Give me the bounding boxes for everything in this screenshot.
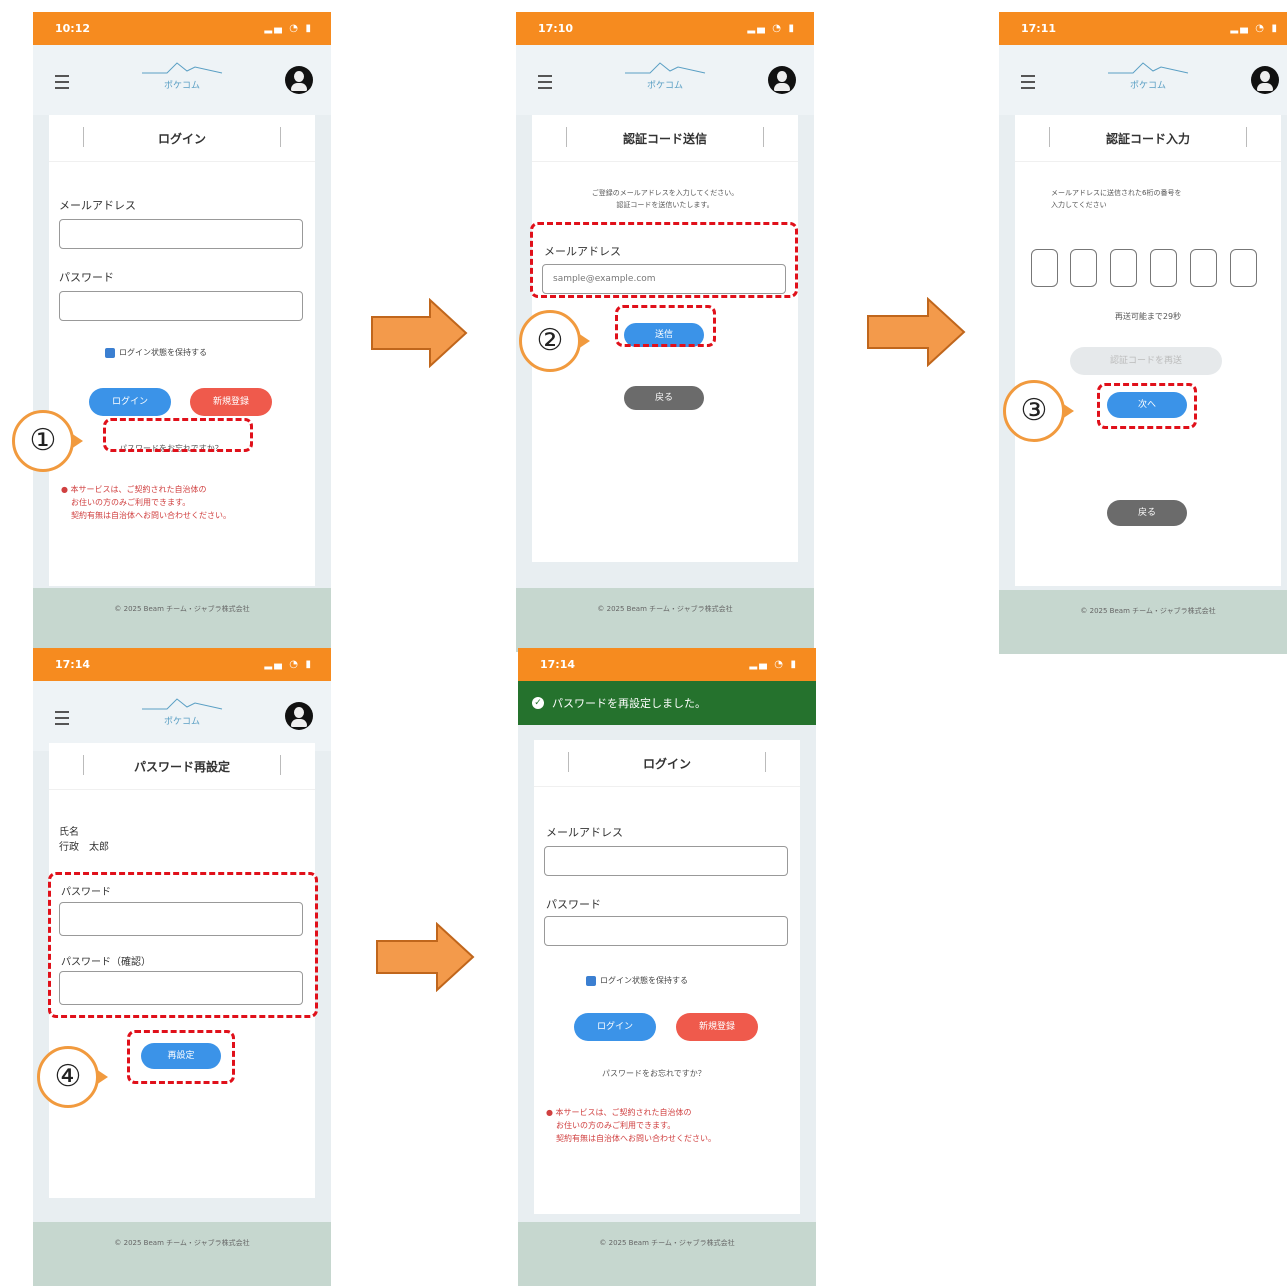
menu-icon[interactable] — [1021, 75, 1035, 89]
flow-arrow-3-icon — [376, 922, 475, 992]
status-time: 10:12 — [55, 22, 91, 35]
instruction-text: メールアドレスに送信された6桁の番号を 入力してください — [1051, 189, 1182, 209]
forgot-password-link[interactable]: パスワードをお忘れですか？ — [602, 1068, 706, 1079]
password-field[interactable] — [544, 916, 788, 946]
status-bar: 17:10 ▂▄ ◔ ▮ — [516, 12, 814, 45]
screen-login-success: 17:14 ▂▄ ◔ ▮ ✓ パスワードを再設定しました。 ログイン メールアドレス… — [518, 648, 816, 1286]
password-field[interactable] — [59, 291, 303, 321]
resend-countdown: 再送可能まで29秒 — [1114, 312, 1182, 321]
step-badge-1: ① — [12, 410, 83, 472]
user-icon[interactable] — [1251, 66, 1279, 94]
flow-arrow-1-icon — [371, 298, 468, 368]
screen-enter-code: 17:11 ▂▄ ◔ ▮ ポケコム 認証コード入力 メールアドレスに送信された6桁… — [999, 12, 1287, 654]
footer: © 2025 Beam チーム・ジャブラ株式会社 — [33, 588, 331, 652]
status-bar: 17:14 ▂▄ ◔ ▮ — [518, 648, 816, 681]
name-label: 氏名 — [59, 827, 79, 838]
highlight-email-field — [530, 222, 798, 298]
code-digit-5[interactable] — [1190, 249, 1217, 287]
highlight-password-fields — [48, 872, 318, 1018]
enter-code-card: 認証コード入力 メールアドレスに送信された6桁の番号を 入力してください 再送可能… — [1015, 115, 1281, 586]
service-notice: ● 本サービスは、ご契約された自治体の お住いの方のみご利用できます。 契約有無は自… — [546, 1108, 716, 1143]
check-icon: ✓ — [532, 697, 544, 709]
login-button[interactable]: ログイン — [574, 1013, 656, 1041]
app-bar: ポケコム — [33, 45, 331, 115]
screen-login: 10:12 ▂▄ ◔ ▮ ポケコム ログイン メールアドレス パスワード ログイン… — [33, 12, 331, 652]
code-digit-3[interactable] — [1110, 249, 1137, 287]
status-time: 17:14 — [540, 658, 576, 671]
status-bar: 10:12 ▂▄ ◔ ▮ — [33, 12, 331, 45]
login-button[interactable]: ログイン — [89, 388, 171, 416]
email-label: メールアドレス — [546, 826, 623, 839]
success-toast: ✓ パスワードを再設定しました。 — [518, 681, 816, 725]
page-title: ログイン — [534, 740, 800, 787]
code-digit-6[interactable] — [1230, 249, 1257, 287]
login-card: ログイン メールアドレス パスワード ログイン状態を保持する ログイン 新規登録… — [49, 115, 315, 586]
page-title: ログイン — [49, 115, 315, 162]
status-bar: 17:14 ▂▄ ◔ ▮ — [33, 648, 331, 681]
status-time: 17:10 — [538, 22, 574, 35]
remember-checkbox[interactable]: ログイン状態を保持する — [105, 347, 207, 358]
highlight-send-button — [615, 305, 716, 347]
password-label: パスワード — [59, 271, 114, 284]
app-logo: ポケコム — [620, 57, 710, 91]
app-bar: ポケコム — [33, 681, 331, 751]
password-label: パスワード — [546, 898, 601, 911]
menu-icon[interactable] — [538, 75, 552, 89]
highlight-next-button — [1097, 383, 1197, 429]
status-icons: ▂▄ ◔ ▮ — [264, 659, 313, 670]
step-badge-3: ③ — [1003, 380, 1074, 442]
resend-code-button[interactable]: 認証コードを再送 — [1070, 347, 1222, 375]
back-button[interactable]: 戻る — [624, 386, 704, 410]
highlight-reset-button — [127, 1030, 235, 1084]
footer: © 2025 Beam チーム・ジャブラ株式会社 — [33, 1222, 331, 1286]
page-title: パスワード再設定 — [49, 743, 315, 790]
step-badge-2: ② — [519, 310, 590, 372]
status-icons: ▂▄ ◔ ▮ — [264, 23, 313, 34]
page-title: 認証コード入力 — [1015, 115, 1281, 162]
remember-checkbox[interactable]: ログイン状態を保持する — [586, 975, 688, 986]
user-icon[interactable] — [768, 66, 796, 94]
app-logo: ポケコム — [1103, 57, 1193, 91]
menu-icon[interactable] — [55, 711, 69, 725]
highlight-forgot-link — [103, 418, 253, 452]
name-value: 行政 太郎 — [59, 842, 109, 853]
footer: © 2025 Beam チーム・ジャブラ株式会社 — [518, 1222, 816, 1286]
email-field[interactable] — [59, 219, 303, 249]
instruction-text: ご登録のメールアドレスを入力してください。 認証コードを送信いたします。 — [591, 189, 739, 209]
code-digit-2[interactable] — [1070, 249, 1097, 287]
page-title: 認証コード送信 — [532, 115, 798, 162]
status-icons: ▂▄ ◔ ▮ — [747, 23, 796, 34]
app-logo: ポケコム — [137, 57, 227, 91]
user-icon[interactable] — [285, 66, 313, 94]
menu-icon[interactable] — [55, 75, 69, 89]
user-icon[interactable] — [285, 702, 313, 730]
checkbox-icon — [586, 975, 596, 986]
signup-button[interactable]: 新規登録 — [190, 388, 272, 416]
app-bar: ポケコム — [516, 45, 814, 115]
checkbox-icon — [105, 347, 115, 358]
app-bar: ポケコム — [999, 45, 1287, 115]
back-button[interactable]: 戻る — [1107, 500, 1187, 526]
status-time: 17:14 — [55, 658, 91, 671]
email-field[interactable] — [544, 846, 788, 876]
status-icons: ▂▄ ◔ ▮ — [1230, 23, 1279, 34]
step-badge-4: ④ — [37, 1046, 108, 1108]
flow-arrow-2-icon — [867, 297, 966, 367]
signup-button[interactable]: 新規登録 — [676, 1013, 758, 1041]
status-bar: 17:11 ▂▄ ◔ ▮ — [999, 12, 1287, 45]
login-card: ログイン メールアドレス パスワード ログイン状態を保持する ログイン 新規登録… — [534, 740, 800, 1214]
status-time: 17:11 — [1021, 22, 1057, 35]
status-icons: ▂▄ ◔ ▮ — [749, 659, 798, 670]
code-digit-1[interactable] — [1031, 249, 1058, 287]
footer: © 2025 Beam チーム・ジャブラ株式会社 — [516, 588, 814, 652]
app-logo: ポケコム — [137, 693, 227, 727]
code-digit-4[interactable] — [1150, 249, 1177, 287]
service-notice: ● 本サービスは、ご契約された自治体の お住いの方のみご利用できます。 契約有無は自… — [61, 485, 231, 520]
email-label: メールアドレス — [59, 199, 136, 212]
footer: © 2025 Beam チーム・ジャブラ株式会社 — [999, 590, 1287, 654]
